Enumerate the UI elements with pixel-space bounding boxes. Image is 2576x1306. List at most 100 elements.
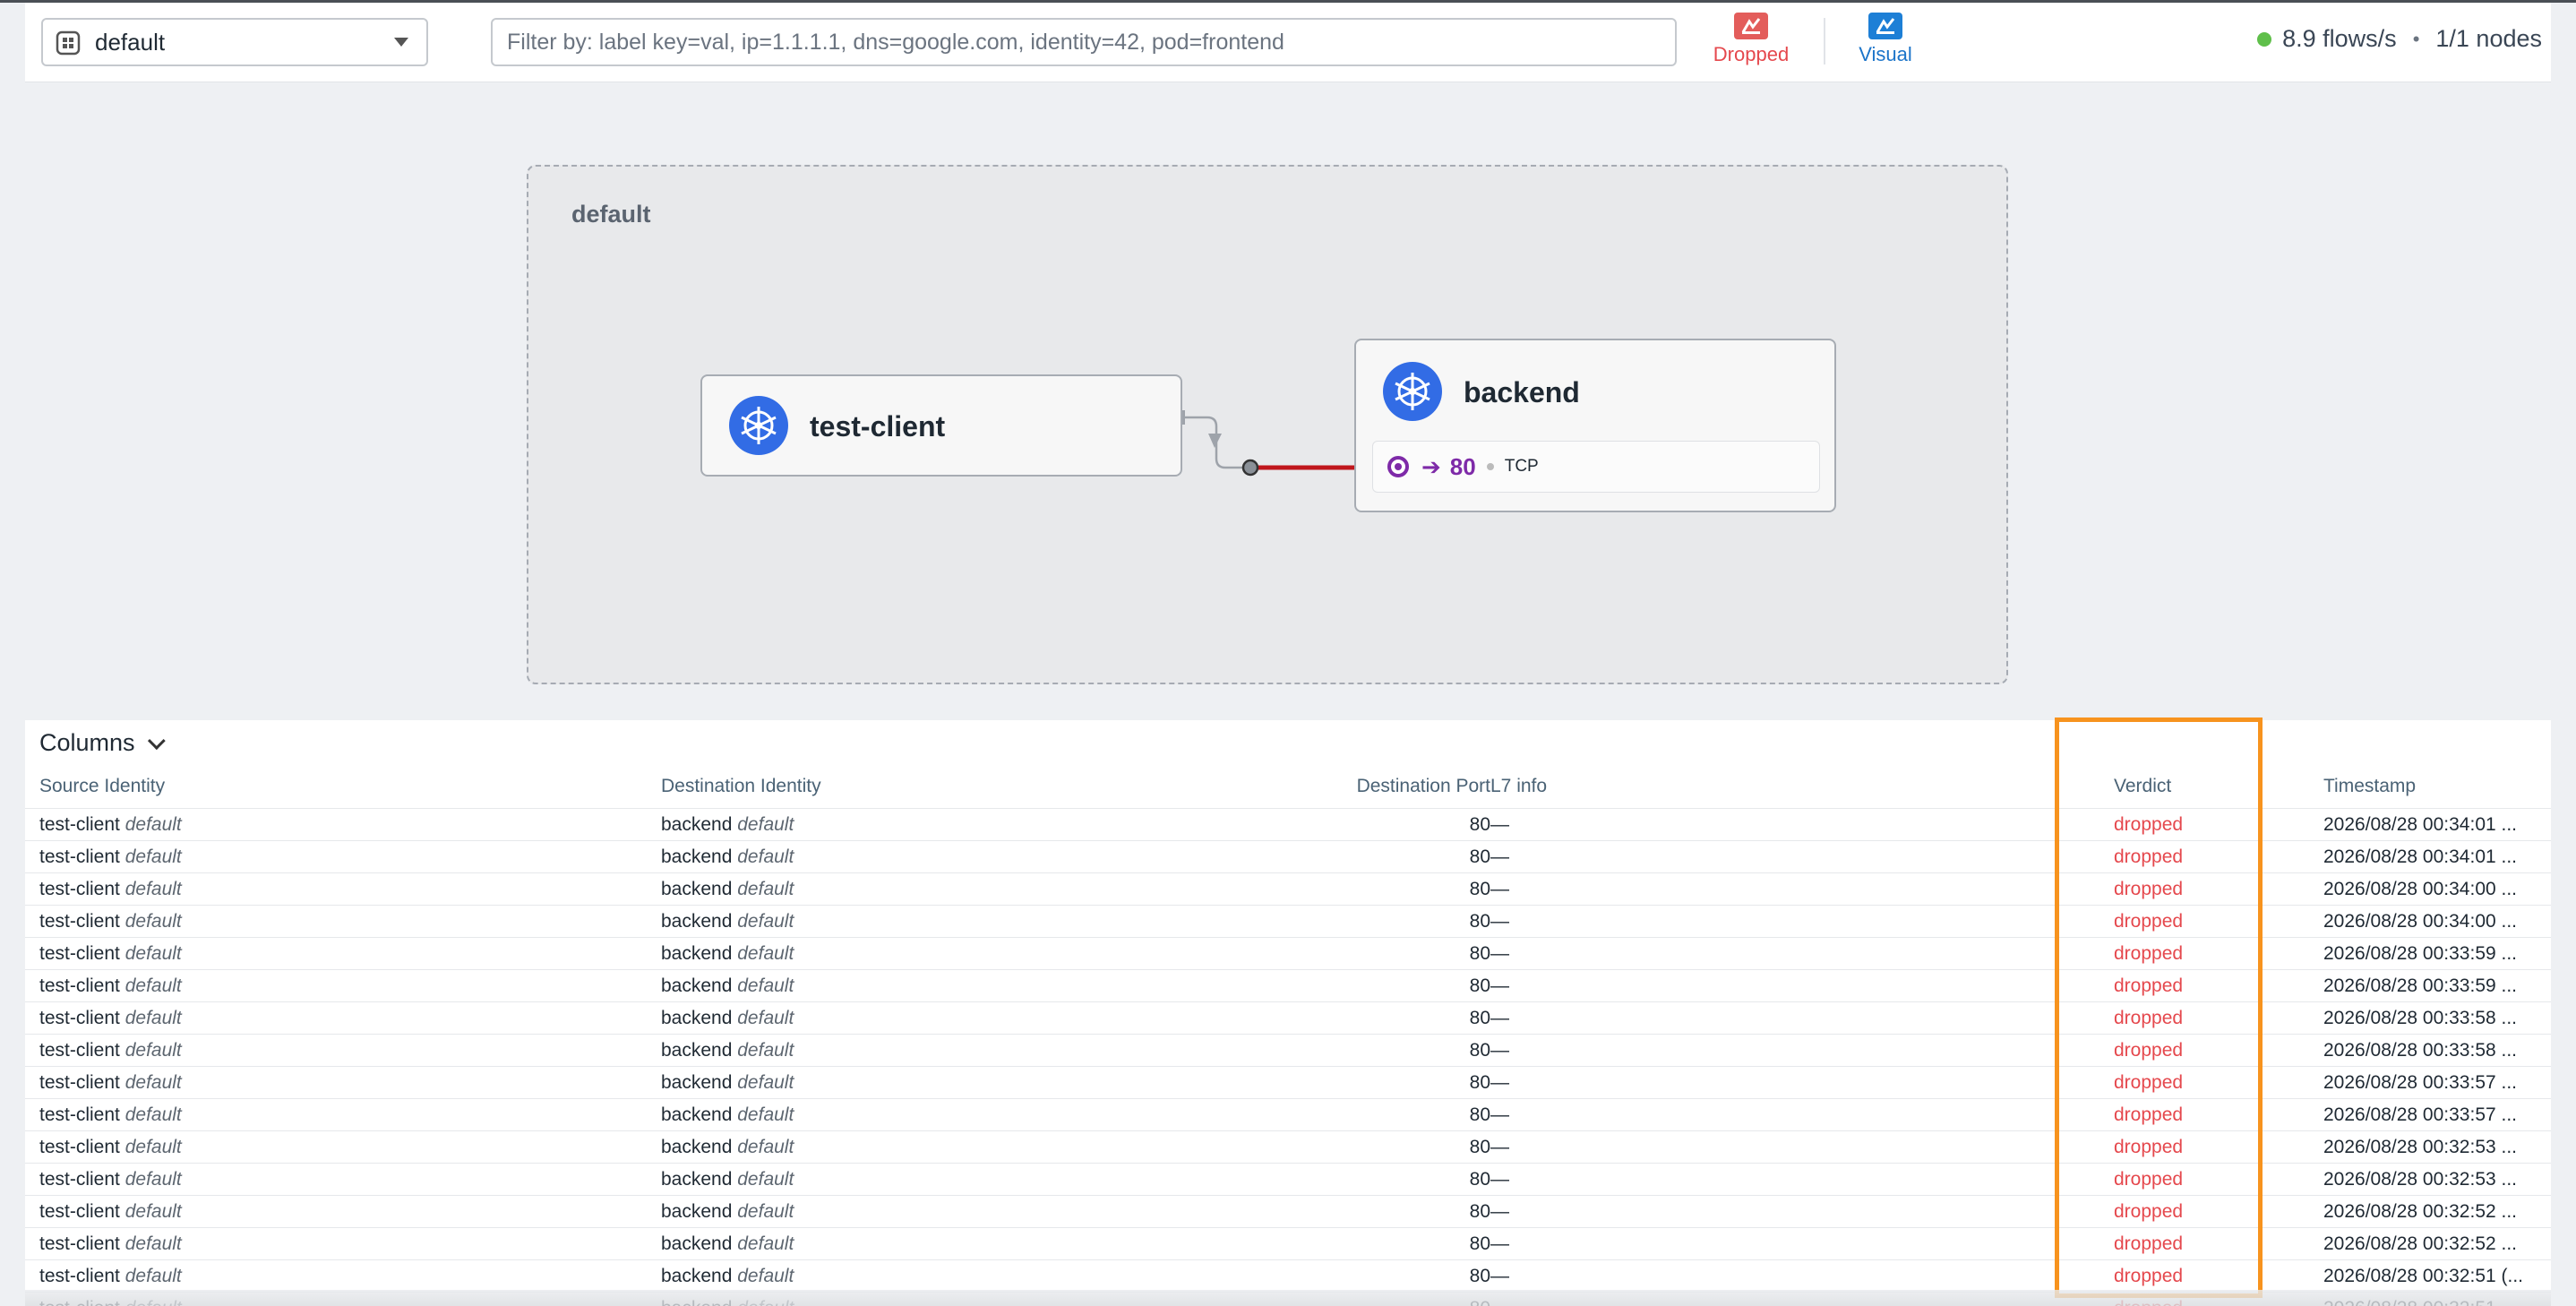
timestamp: 2026/08/28 00:34:01 ... (2323, 814, 2518, 835)
header-source[interactable]: Source Identity (39, 776, 165, 797)
source-identity: test-client default (39, 846, 182, 867)
table-row[interactable]: test-client default backend default 80— dro… (25, 840, 2551, 872)
service-card-backend[interactable]: backend ➔ 80 TCP (1354, 339, 1836, 512)
destination-port: 80 (1469, 911, 1490, 932)
port-row[interactable]: ➔ 80 TCP (1372, 441, 1820, 493)
timestamp: 2026/08/28 00:32:52 ... (2323, 1201, 2518, 1222)
timestamp: 2026/08/28 00:33:58 ... (2323, 1040, 2518, 1061)
timestamp: 2026/08/28 00:34:00 ... (2323, 911, 2518, 932)
source-identity: test-client default (39, 911, 182, 932)
destination-port: 80 (1469, 1008, 1490, 1028)
source-identity: test-client default (39, 1104, 182, 1125)
source-identity: test-client default (39, 1233, 182, 1254)
l7-info: — (1490, 1233, 1509, 1254)
destination-identity: backend default (661, 911, 794, 932)
destination-port: 80 (1469, 1072, 1490, 1093)
destination-identity: backend default (661, 1040, 794, 1061)
destination-identity: backend default (661, 814, 794, 835)
service-card-test-client[interactable]: test-client (700, 374, 1182, 477)
verdict: dropped (2114, 1169, 2184, 1190)
destination-namespace: default (737, 1072, 794, 1093)
kubernetes-icon (729, 396, 788, 455)
source-identity: test-client default (39, 975, 182, 996)
table-row[interactable]: test-client default backend default 80— dro… (25, 969, 2551, 1001)
timestamp: 2026/08/28 00:33:58 ... (2323, 1008, 2518, 1028)
source-namespace: default (125, 975, 182, 996)
l7-info: — (1490, 1137, 1509, 1157)
verdict: dropped (2114, 943, 2184, 964)
source-namespace: default (125, 1072, 182, 1093)
header-timestamp[interactable]: Timestamp (2323, 776, 2416, 797)
destination-namespace: default (737, 1266, 794, 1286)
destination-identity: backend default (661, 879, 794, 899)
timestamp: 2026/08/28 00:32:51 (... (2323, 1266, 2524, 1286)
verdict: dropped (2114, 1040, 2184, 1061)
verdict: dropped (2114, 1233, 2184, 1254)
l7-info: — (1490, 1040, 1509, 1061)
timestamp: 2026/08/28 00:32:53 ... (2323, 1137, 2518, 1157)
l7-info: — (1490, 846, 1509, 867)
verdict: dropped (2114, 1137, 2184, 1157)
destination-port: 80 (1469, 1201, 1490, 1222)
verdict: dropped (2114, 1072, 2184, 1093)
destination-namespace: default (737, 943, 794, 964)
source-namespace: default (125, 1040, 182, 1061)
table-row[interactable]: test-client default backend default 80— dro… (25, 1130, 2551, 1163)
header-l7[interactable]: L7 info (1490, 776, 1547, 797)
table-row[interactable]: test-client default backend default 80— dro… (25, 905, 2551, 937)
timestamp: 2026/08/28 00:34:00 ... (2323, 879, 2518, 899)
destination-namespace: default (737, 975, 794, 996)
verdict: dropped (2114, 911, 2184, 932)
table-row[interactable]: test-client default backend default 80— dro… (25, 1259, 2551, 1292)
table-row[interactable]: test-client default backend default 80— dro… (25, 1066, 2551, 1098)
destination-namespace: default (737, 1008, 794, 1028)
verdict: dropped (2114, 975, 2184, 996)
table-row[interactable]: test-client default backend default 80— dro… (25, 1098, 2551, 1130)
verdict: dropped (2114, 814, 2184, 835)
table-row[interactable]: test-client default backend default 80— dro… (25, 872, 2551, 905)
destination-port: 80 (1469, 1266, 1490, 1286)
header-verdict[interactable]: Verdict (2114, 776, 2171, 797)
l7-info: — (1490, 1104, 1509, 1125)
l7-info: — (1490, 1008, 1509, 1028)
l7-info: — (1490, 1072, 1509, 1093)
destination-port: 80 (1469, 814, 1490, 835)
horizontal-scrollbar[interactable] (25, 1290, 2551, 1306)
verdict: dropped (2114, 1104, 2184, 1125)
table-row[interactable]: test-client default backend default 80— dro… (25, 937, 2551, 969)
header-port[interactable]: Destination Port (1109, 776, 1490, 797)
destination-namespace: default (737, 1169, 794, 1190)
chevron-down-icon (147, 731, 166, 750)
source-identity: test-client default (39, 814, 182, 835)
destination-port: 80 (1469, 1104, 1490, 1125)
table-row[interactable]: test-client default backend default 80— dro… (25, 808, 2551, 840)
timestamp: 2026/08/28 00:33:59 ... (2323, 943, 2518, 964)
destination-identity: backend default (661, 846, 794, 867)
table-row[interactable]: test-client default backend default 80— dro… (25, 1227, 2551, 1259)
port-endpoint-icon (1387, 456, 1409, 477)
destination-namespace: default (737, 879, 794, 899)
timestamp: 2026/08/28 00:33:57 ... (2323, 1072, 2518, 1093)
table-row[interactable]: test-client default backend default 80— dro… (25, 1001, 2551, 1034)
destination-namespace: default (737, 1233, 794, 1254)
header-destination[interactable]: Destination Identity (661, 776, 821, 797)
table-row[interactable]: test-client default backend default 80— dro… (25, 1163, 2551, 1195)
l7-info: — (1490, 1266, 1509, 1286)
l7-info: — (1490, 975, 1509, 996)
table-row[interactable]: test-client default backend default 80— dro… (25, 1034, 2551, 1066)
source-identity: test-client default (39, 1040, 182, 1061)
columns-button[interactable]: Columns (39, 729, 166, 757)
flows-table: Columns Source Identity Destination Iden… (25, 720, 2551, 1306)
source-identity: test-client default (39, 1072, 182, 1093)
timestamp: 2026/08/28 00:32:53 ... (2323, 1169, 2518, 1190)
destination-identity: backend default (661, 1233, 794, 1254)
source-namespace: default (125, 1104, 182, 1125)
source-namespace: default (125, 1266, 182, 1286)
destination-identity: backend default (661, 1104, 794, 1125)
service-name: test-client (810, 410, 946, 442)
table-row[interactable]: test-client default backend default 80— dro… (25, 1195, 2551, 1227)
l7-info: — (1490, 1201, 1509, 1222)
port-number: 80 (1449, 452, 1476, 480)
source-namespace: default (125, 846, 182, 867)
source-identity: test-client default (39, 1137, 182, 1157)
